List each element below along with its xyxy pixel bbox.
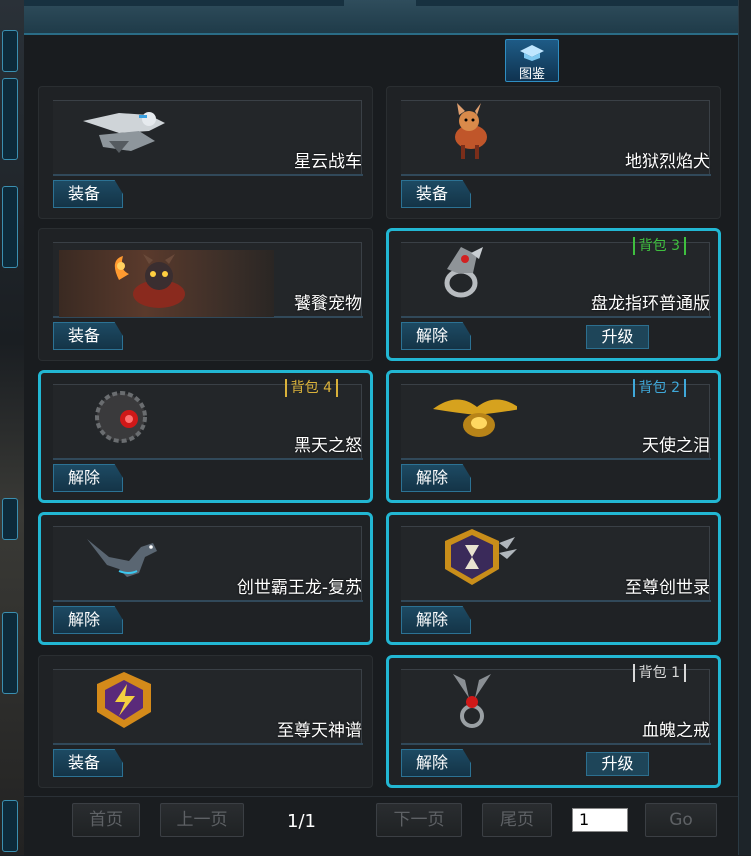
unequip-button[interactable]: 解除 [401,464,471,492]
bag-badge: 背包 3 [632,237,686,255]
side-tab-5[interactable] [2,612,18,694]
side-tab-4[interactable] [2,498,18,540]
divider [401,600,711,602]
unequip-button[interactable]: 解除 [401,322,471,350]
item-name: 黑天之怒 [294,436,362,456]
dark-sky-orb-icon [79,385,169,445]
divider [401,174,711,176]
bag-badge: 背包 4 [284,379,338,397]
item-card: 星云战车装备 [38,86,373,219]
item-card: 盘龙指环普通版 背包 3 解除 升级 [386,228,721,361]
lightning-emblem-icon [79,670,169,730]
divider [401,458,711,460]
item-card: 天使之泪 背包 2 解除 [386,370,721,503]
equip-button[interactable]: 装备 [53,322,123,350]
side-tab-3[interactable] [2,186,18,268]
prev-page-button[interactable]: 上一页 [160,803,244,837]
hellfire-hound-icon [427,101,517,161]
side-tab-6[interactable] [2,800,18,852]
item-name: 地狱烈焰犬 [625,152,710,172]
item-name: 盘龙指环普通版 [591,294,710,314]
unequip-button[interactable]: 解除 [401,606,471,634]
equip-button[interactable]: 装备 [53,749,123,777]
item-name: 至尊创世录 [625,578,710,598]
codex-icon [520,45,544,61]
item-card: 黑天之怒 背包 4 解除 [38,370,373,503]
item-card: 血魄之戒 背包 1 解除 升级 [386,655,721,788]
next-page-button[interactable]: 下一页 [376,803,462,837]
blood-ring-icon [427,670,517,730]
divider [53,174,363,176]
side-tab-1[interactable] [2,30,18,72]
scrollbar[interactable] [738,0,751,855]
item-name: 天使之泪 [642,436,710,456]
bag-badge: 背包 2 [632,379,686,397]
divider [401,316,711,318]
divider [53,600,363,602]
item-card: 饕餮宠物装备 [38,228,373,361]
dragon-ring-icon [427,243,517,303]
item-card: 地狱烈焰犬装备 [386,86,721,219]
upgrade-button[interactable]: 升级 [586,752,649,776]
side-tab-2[interactable] [2,78,18,160]
item-name: 血魄之戒 [642,721,710,741]
unequip-button[interactable]: 解除 [53,606,123,634]
unequip-button[interactable]: 解除 [53,464,123,492]
page-indicator: 1/1 [287,811,316,832]
item-name: 星云战车 [294,152,362,172]
unequip-button[interactable]: 解除 [401,749,471,777]
equip-button[interactable]: 装备 [401,180,471,208]
taotie-pet-icon [59,250,274,317]
item-card: 创世霸王龙-复苏解除 [38,512,373,645]
nebula-chariot-icon [79,101,169,161]
last-page-button[interactable]: 尾页 [482,803,552,837]
equip-button[interactable]: 装备 [53,180,123,208]
first-page-button[interactable]: 首页 [72,803,140,837]
divider [53,458,363,460]
bag-badge: 背包 1 [632,664,686,682]
divider [401,743,711,745]
page-number-input[interactable]: 1 [572,808,628,832]
item-card: 至尊创世录解除 [386,512,721,645]
angel-tear-ring-icon [427,385,521,445]
item-name: 至尊天神谱 [277,721,362,741]
panel-top-bar [24,0,738,35]
codex-button[interactable]: 图鉴 [505,39,559,82]
upgrade-button[interactable]: 升级 [586,325,649,349]
item-name: 创世霸王龙-复苏 [236,578,362,598]
hourglass-emblem-icon [427,527,517,587]
go-button[interactable]: Go [645,803,717,837]
left-sidebar-strip [0,0,24,855]
t-rex-pet-icon [79,527,169,587]
item-name: 饕餮宠物 [294,294,362,314]
divider [53,743,363,745]
item-card: 至尊天神谱装备 [38,655,373,788]
